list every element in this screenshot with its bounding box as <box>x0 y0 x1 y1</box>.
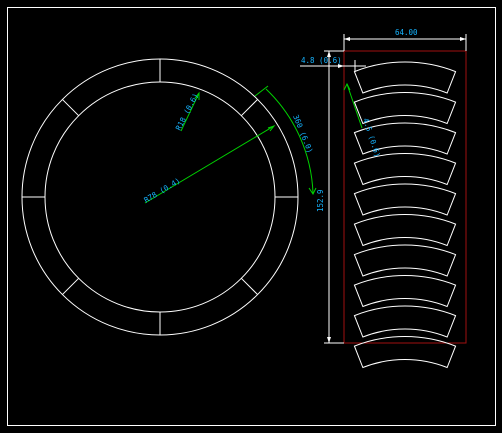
angle-label: 360 (6.0) <box>291 113 315 154</box>
nested-arc-segment <box>353 275 457 308</box>
ring-dimensions: R78 (0.4) R18 (0.6) 360 (6.0) <box>142 85 317 205</box>
width-arrow-left <box>344 37 350 41</box>
ring-divider-line <box>240 99 258 117</box>
nesting-layout <box>343 50 467 369</box>
height-arrow-bottom <box>327 337 331 343</box>
drawing-frame <box>7 7 496 426</box>
ring-divider-line <box>62 277 80 295</box>
width-arrow-right <box>460 37 466 41</box>
gap-leader-line <box>346 83 363 129</box>
ring-divider-line <box>240 277 258 295</box>
strip-offset-label: 4.8 (0.6) <box>301 56 342 65</box>
nested-arc-segment <box>353 61 457 94</box>
cad-drawing-canvas: R78 (0.4) R18 (0.6) 360 (6.0) 64.00 152.… <box>7 7 496 426</box>
nested-arc-segment <box>353 336 457 369</box>
angle-extension-line <box>254 85 269 97</box>
ring-dividers <box>22 59 298 335</box>
ring-divider-line <box>62 99 80 117</box>
ring-part <box>21 58 299 336</box>
ring-width-label: R18 (0.6) <box>174 92 200 132</box>
ring-inner-circle <box>44 81 276 313</box>
width-label: 64.00 <box>395 28 418 37</box>
segment-gap-label: 4.5 (0.6) <box>361 117 382 158</box>
nested-arc-segment <box>353 214 457 247</box>
nested-arc-segment <box>353 153 457 186</box>
inner-radius-label: R78 (0.4) <box>142 176 181 205</box>
nested-arc-segment <box>353 183 457 216</box>
nested-arc-segment <box>353 244 457 277</box>
gap-arrow <box>343 82 351 91</box>
sheet-boundary <box>343 50 467 344</box>
height-label: 152.9 <box>316 189 325 212</box>
nested-segments <box>353 61 457 369</box>
nested-arc-segment <box>353 305 457 338</box>
